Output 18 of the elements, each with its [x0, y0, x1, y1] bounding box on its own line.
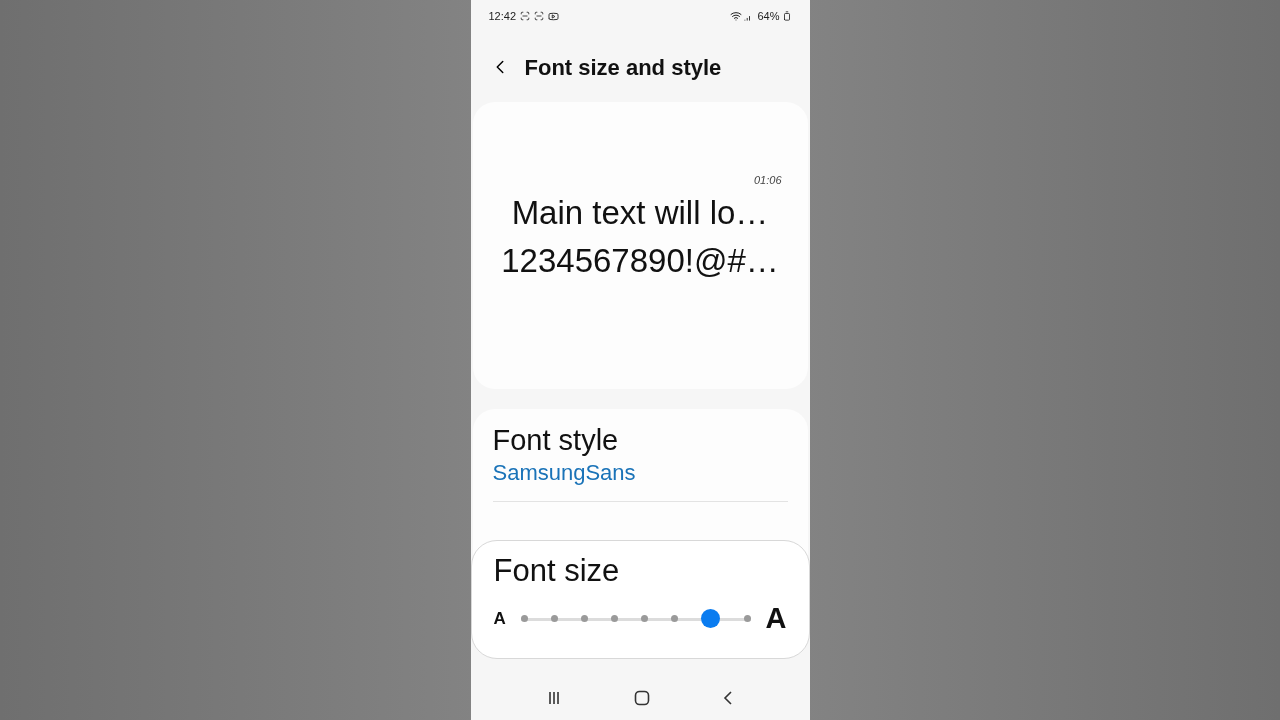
home-icon[interactable]: [634, 690, 650, 706]
slider-thumb[interactable]: [701, 609, 721, 629]
page-title: Font size and style: [524, 53, 722, 82]
battery-icon: [781, 11, 792, 21]
sheet-title: Font size: [493, 552, 621, 590]
screenshot-icon: [534, 11, 545, 21]
preview-text: Main text will lo…: [511, 192, 769, 233]
wifi-icon: [730, 10, 743, 22]
large-size-label: A: [765, 601, 787, 636]
screenshot-icon: [520, 11, 531, 21]
status-time: 12:42: [488, 8, 517, 24]
video-icon: [548, 10, 560, 22]
back-icon[interactable]: [723, 691, 733, 705]
small-size-label: A: [493, 608, 506, 630]
recent-apps-icon[interactable]: [547, 691, 561, 705]
battery-percent: 64%: [757, 8, 780, 24]
preview-text: 1234567890!@#…: [501, 240, 779, 281]
preview-time: 01:06: [753, 173, 782, 188]
